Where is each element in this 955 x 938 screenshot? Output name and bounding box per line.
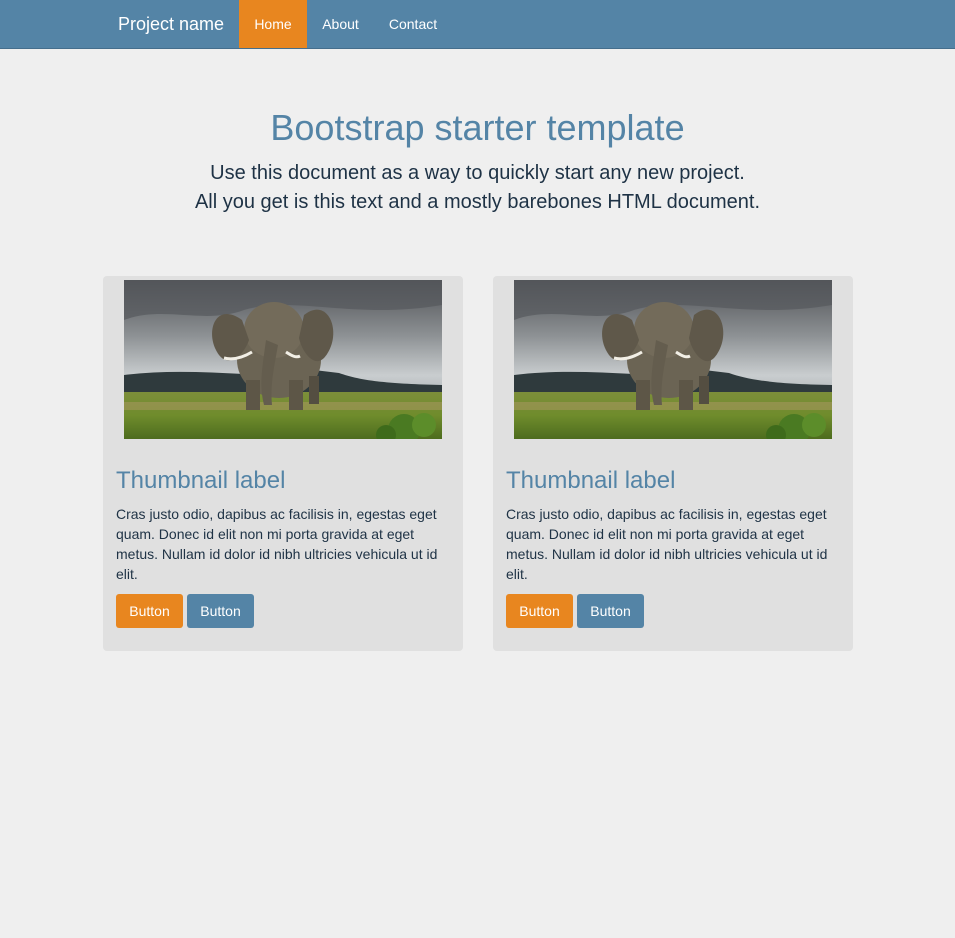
nav-item-home[interactable]: Home	[239, 0, 307, 48]
hero-lead-line-2: All you get is this text and a mostly ba…	[194, 191, 761, 213]
hero: Bootstrap starter template Use this docu…	[0, 104, 955, 217]
hero-lead: Use this document as a way to quickly st…	[0, 159, 955, 217]
nav-item-contact[interactable]: Contact	[374, 0, 452, 48]
thumbnail-card: Thumbnail label Cras justo odio, dapibus…	[493, 276, 853, 651]
thumbnail-label: Thumbnail label	[506, 467, 676, 494]
primary-button[interactable]: Button	[116, 594, 183, 628]
thumbnail-card: Thumbnail label Cras justo odio, dapibus…	[103, 276, 463, 651]
thumbnail-text: Cras justo odio, dapibus ac facilisis in…	[506, 506, 828, 582]
elephant-image	[124, 280, 442, 439]
hero-lead-line-1: Use this document as a way to quickly st…	[210, 162, 745, 184]
secondary-button[interactable]: Button	[187, 594, 254, 628]
thumbnail-text: Cras justo odio, dapibus ac facilisis in…	[116, 506, 438, 582]
primary-button[interactable]: Button	[506, 594, 573, 628]
navbar: Project name Home About Contact	[0, 0, 955, 49]
secondary-button[interactable]: Button	[577, 594, 644, 628]
thumbnail-label: Thumbnail label	[116, 467, 286, 494]
nav-item-about[interactable]: About	[307, 0, 374, 48]
elephant-image	[514, 280, 832, 439]
hero-title: Bootstrap starter template	[270, 107, 685, 148]
brand-link[interactable]: Project name	[118, 0, 224, 48]
